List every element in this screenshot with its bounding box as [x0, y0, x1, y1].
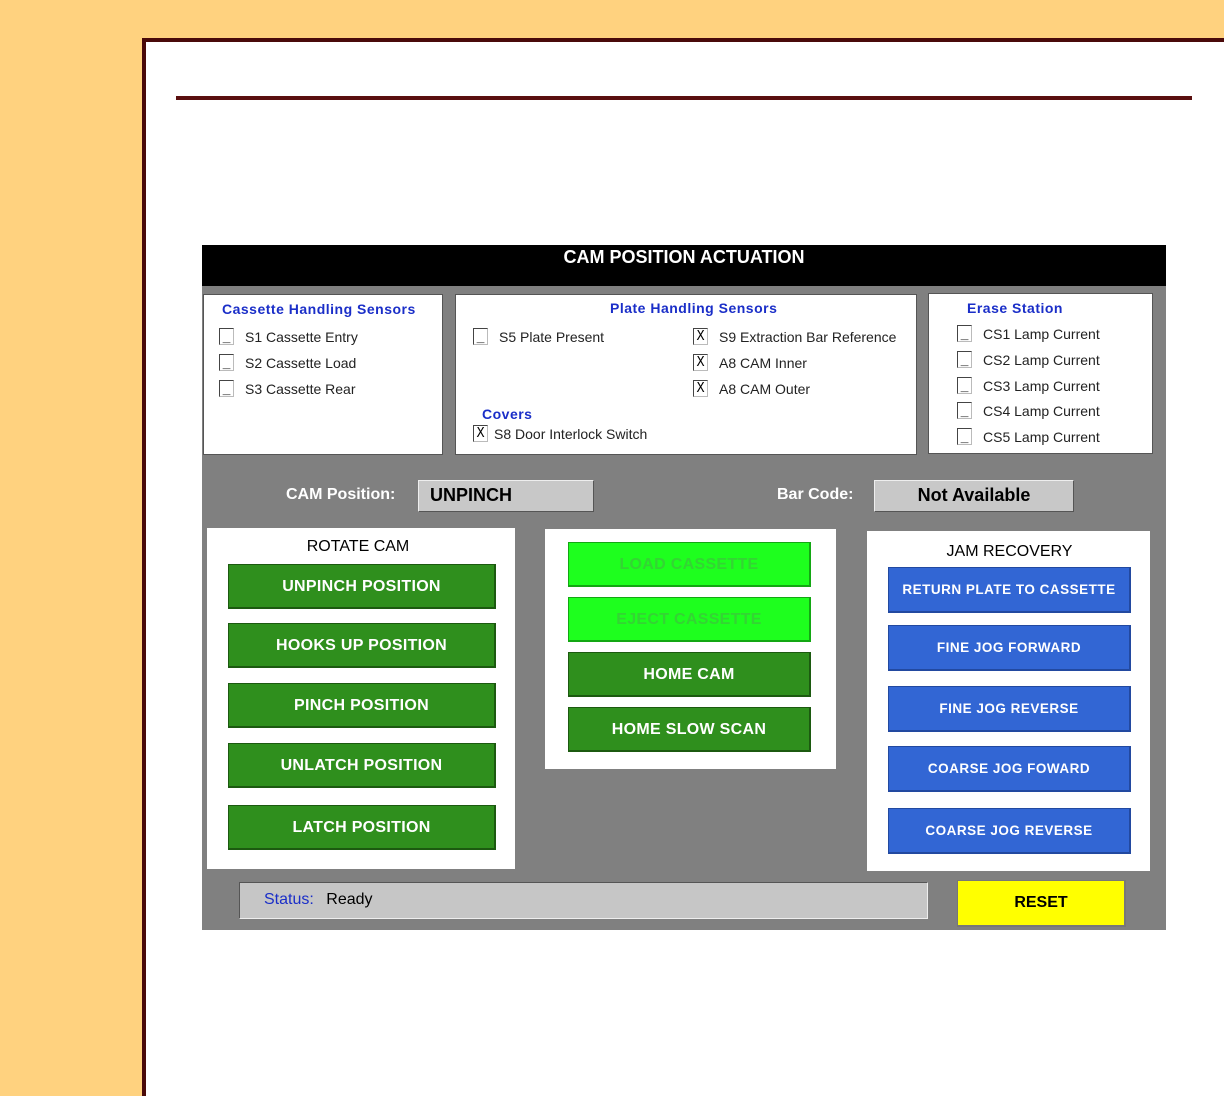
sensor-s1-cassette-entry: _ S1 Cassette Entry	[219, 328, 358, 345]
sensor-label: CS5 Lamp Current	[983, 428, 1100, 445]
sensor-checkbox: X	[693, 328, 708, 345]
fine-jog-reverse-button[interactable]: FINE JOG REVERSE	[888, 686, 1131, 732]
sensor-cs5-lamp-current: _ CS5 Lamp Current	[957, 428, 1100, 445]
sensor-checkbox: _	[219, 328, 234, 345]
sensor-label: S3 Cassette Rear	[245, 380, 356, 397]
return-plate-to-cassette-button[interactable]: RETURN PLATE TO CASSETTE	[888, 567, 1131, 613]
sensor-label: CS2 Lamp Current	[983, 351, 1100, 368]
sensor-checkbox: _	[219, 354, 234, 371]
sensor-a8-cam-outer: X A8 CAM Outer	[693, 380, 810, 397]
sensor-cs1-lamp-current: _ CS1 Lamp Current	[957, 325, 1100, 342]
sensor-checkbox: X	[473, 425, 488, 442]
plate-sensors-title: Plate Handling Sensors	[610, 300, 778, 316]
coarse-jog-forward-button[interactable]: COARSE JOG FOWARD	[888, 746, 1131, 792]
latch-position-button[interactable]: LATCH POSITION	[228, 805, 496, 850]
title-rule	[176, 96, 1192, 100]
unlatch-position-button[interactable]: UNLATCH POSITION	[228, 743, 496, 788]
sensor-cs2-lamp-current: _ CS2 Lamp Current	[957, 351, 1100, 368]
sensor-checkbox: X	[693, 380, 708, 397]
home-cam-button[interactable]: HOME CAM	[568, 652, 811, 697]
erase-station-panel: Erase Station _ CS1 Lamp Current _ CS2 L…	[928, 293, 1153, 454]
sensor-label: CS4 Lamp Current	[983, 402, 1100, 419]
sensor-s3-cassette-rear: _ S3 Cassette Rear	[219, 380, 356, 397]
cam-position-label: CAM Position:	[286, 486, 396, 503]
sensor-s5-plate-present: _ S5 Plate Present	[473, 328, 604, 345]
load-cassette-button[interactable]: LOAD CASSETTE	[568, 542, 811, 587]
coarse-jog-reverse-button[interactable]: COARSE JOG REVERSE	[888, 808, 1131, 854]
cam-position-value: UNPINCH	[418, 480, 594, 512]
cassette-sensors-panel: Cassette Handling Sensors _ S1 Cassette …	[203, 294, 443, 455]
status-label: Status:	[264, 891, 314, 908]
sensor-label: S8 Door Interlock Switch	[494, 425, 648, 442]
jam-recovery-title: JAM RECOVERY	[946, 543, 1073, 560]
bar-code-value: Not Available	[874, 480, 1074, 512]
window-title: CAM POSITION ACTUATION	[202, 245, 1166, 286]
status-bar: Status: Ready	[239, 882, 928, 919]
cassette-actions-group: LOAD CASSETTE EJECT CASSETTE HOME CAM HO…	[545, 529, 836, 769]
sensor-checkbox: _	[957, 325, 972, 342]
unpinch-position-button[interactable]: UNPINCH POSITION	[228, 564, 496, 609]
sensor-checkbox: X	[693, 354, 708, 371]
plate-sensors-panel: Plate Handling Sensors _ S5 Plate Presen…	[455, 294, 917, 455]
home-slow-scan-button[interactable]: HOME SLOW SCAN	[568, 707, 811, 752]
sensor-label: S2 Cassette Load	[245, 354, 357, 371]
status-value: Ready	[326, 891, 373, 908]
sensor-checkbox: _	[957, 428, 972, 445]
sensor-s8-door-interlock-switch: X S8 Door Interlock Switch	[473, 425, 647, 442]
sensor-checkbox: _	[957, 402, 972, 419]
sensor-checkbox: _	[957, 377, 972, 394]
reset-button[interactable]: RESET	[957, 880, 1126, 927]
sensor-checkbox: _	[957, 351, 972, 368]
pinch-position-button[interactable]: PINCH POSITION	[228, 683, 496, 728]
fine-jog-forward-button[interactable]: FINE JOG FORWARD	[888, 625, 1131, 671]
jam-recovery-group: JAM RECOVERY RETURN PLATE TO CASSETTE FI…	[867, 531, 1150, 871]
sensor-s9-extraction-bar-reference: X S9 Extraction Bar Reference	[693, 328, 896, 345]
hooks-up-position-button[interactable]: HOOKS UP POSITION	[228, 623, 496, 668]
erase-station-title: Erase Station	[967, 300, 1063, 316]
sensor-s2-cassette-load: _ S2 Cassette Load	[219, 354, 356, 371]
sensor-label: S5 Plate Present	[499, 328, 605, 345]
cam-position-actuation-window: CAM POSITION ACTUATION Cassette Handling…	[202, 245, 1166, 930]
sensor-label: A8 CAM Inner	[719, 354, 807, 371]
sensor-label: CS3 Lamp Current	[983, 377, 1100, 394]
bar-code-label: Bar Code:	[777, 486, 854, 503]
sensor-checkbox: _	[219, 380, 234, 397]
sensor-checkbox: _	[473, 328, 488, 345]
sensor-label: CS1 Lamp Current	[983, 325, 1100, 342]
eject-cassette-button[interactable]: EJECT CASSETTE	[568, 597, 811, 642]
cassette-sensors-title: Cassette Handling Sensors	[222, 301, 416, 317]
sensor-a8-cam-inner: X A8 CAM Inner	[693, 354, 807, 371]
covers-title: Covers	[482, 406, 533, 422]
sensor-cs4-lamp-current: _ CS4 Lamp Current	[957, 402, 1100, 419]
sensor-label: S1 Cassette Entry	[245, 328, 358, 345]
rotate-cam-title: ROTATE CAM	[306, 538, 410, 555]
sensor-label: A8 CAM Outer	[719, 380, 811, 397]
rotate-cam-group: ROTATE CAM UNPINCH POSITION HOOKS UP POS…	[207, 528, 515, 869]
sensor-label: S9 Extraction Bar Reference	[719, 328, 897, 345]
sensor-cs3-lamp-current: _ CS3 Lamp Current	[957, 377, 1100, 394]
